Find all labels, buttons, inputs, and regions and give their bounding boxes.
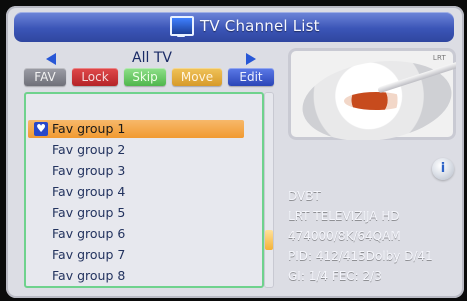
scroll-thumb[interactable] xyxy=(265,230,273,250)
info-line: DVBT xyxy=(288,189,321,203)
channel-info: DVBT LRT TELEVIZIJA HD 474000/8K/64QAM P… xyxy=(288,186,464,286)
info-line: GI: 1/4 FEC: 2/3 xyxy=(288,269,382,283)
channel-type-label: All TV xyxy=(132,50,172,66)
channel-logo: LRT xyxy=(432,54,446,62)
list-item-label: Fav group 1 xyxy=(52,121,126,136)
channel-type-selector[interactable]: All TV xyxy=(20,50,278,68)
info-icon[interactable]: i xyxy=(432,158,454,180)
list-item[interactable]: Fav group 4 xyxy=(52,183,125,201)
function-tabs: FAV Lock Skip Move Edit xyxy=(20,68,278,88)
list-item[interactable]: Fav group 5 xyxy=(52,204,125,222)
tab-move[interactable]: Move xyxy=(172,68,222,86)
list-scrollbar[interactable] xyxy=(264,92,274,288)
tab-edit[interactable]: Edit xyxy=(228,68,274,86)
channel-list-panel: All TV FAV Lock Skip Move Edit ♥ Fav gro… xyxy=(20,48,278,288)
arrow-left-icon[interactable] xyxy=(46,53,56,65)
heart-icon: ♥ xyxy=(34,122,48,136)
tab-skip[interactable]: Skip xyxy=(124,68,166,86)
list-item[interactable]: Fav group 2 xyxy=(52,141,125,159)
header-bar: TV Channel List xyxy=(14,12,454,42)
arrow-right-icon[interactable] xyxy=(246,53,256,65)
list-item[interactable]: Fav group 8 xyxy=(52,267,125,285)
tab-fav[interactable]: FAV xyxy=(24,68,66,86)
info-line: 474000/8K/64QAM xyxy=(288,229,401,243)
info-line: PID: 412/415Dolby D/41 xyxy=(288,249,433,263)
list-item-selected[interactable]: ♥ Fav group 1 xyxy=(28,120,244,138)
tv-icon xyxy=(170,16,194,37)
page-title: TV Channel List xyxy=(200,17,320,35)
fav-group-list[interactable]: ♥ Fav group 1 Fav group 2 Fav group 3 Fa… xyxy=(24,92,264,288)
preview-food xyxy=(344,92,408,110)
list-item[interactable]: Fav group 7 xyxy=(52,246,125,264)
info-line: LRT TELEVIZIJA HD xyxy=(288,209,400,223)
channel-preview: LRT xyxy=(288,48,456,140)
tab-lock[interactable]: Lock xyxy=(72,68,118,86)
list-item[interactable]: Fav group 6 xyxy=(52,225,125,243)
list-item[interactable]: Fav group 3 xyxy=(52,162,125,180)
